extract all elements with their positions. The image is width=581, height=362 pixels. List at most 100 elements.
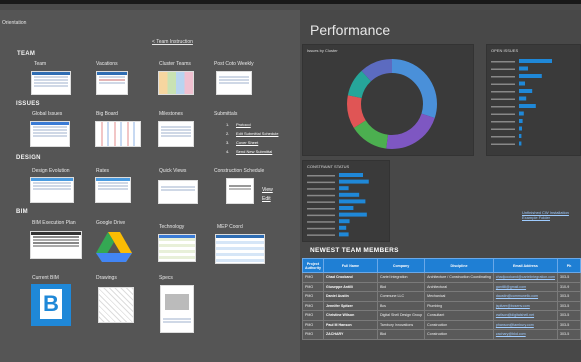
- member-company-cell: Bkd: [376, 329, 426, 340]
- open-issues-bar-3: [519, 81, 525, 86]
- construction-schedule-label: Construction Schedule: [214, 168, 265, 174]
- table-row: PMO Daniel Austin Commune LLC Mechanical dau…: [302, 291, 581, 302]
- constraint-bar-1: [339, 179, 369, 184]
- member-company-cell: Bcs: [376, 300, 426, 311]
- constraint-bar-chart: [307, 173, 369, 237]
- open-issues-label-2: [491, 76, 515, 78]
- submittal-num-2: 2.: [226, 131, 230, 136]
- col-phone: Ph: [557, 258, 581, 273]
- quick-views-thumbnail[interactable]: [158, 180, 198, 204]
- member-auth-cell: PMO: [302, 291, 324, 302]
- member-name-cell: Paul M Hanson: [322, 319, 378, 330]
- google-drive-icon[interactable]: [96, 231, 132, 263]
- performance-title: Performance: [310, 22, 391, 38]
- section-team: TEAM: [17, 51, 36, 57]
- milestones-thumbnail[interactable]: [158, 121, 194, 147]
- constraint-label-2: [307, 188, 335, 190]
- cluster-teams-label: Cluster Teams: [159, 61, 191, 67]
- schedule-view-link[interactable]: View: [262, 187, 273, 193]
- member-email-cell[interactable]: daustin@communellc.com: [492, 291, 559, 302]
- design-evolution-label: Design Evolution: [32, 168, 70, 174]
- constraint-label-7: [307, 221, 335, 223]
- submittal-edit-schedule-link[interactable]: Edit Submittal Schedule: [236, 131, 278, 136]
- member-discipline-cell: Construction: [424, 319, 494, 330]
- member-discipline-cell: Consultant: [424, 310, 494, 321]
- submittal-protocol-link[interactable]: Protocol: [236, 122, 251, 127]
- section-design: DESIGN: [16, 155, 41, 161]
- member-email-cell[interactable]: cwilson@digitalshell.net: [492, 310, 559, 321]
- member-name-cell: Jennifer Spitzer: [322, 300, 378, 311]
- schedule-edit-link[interactable]: Edit: [262, 196, 271, 202]
- open-issues-label-4: [491, 91, 515, 93]
- vacations-thumbnail[interactable]: [96, 71, 128, 95]
- constraint-bar-9: [339, 232, 349, 237]
- member-company-cell: Tambury Innovations: [376, 319, 426, 330]
- member-phone-cell: 303-5: [557, 272, 581, 283]
- open-issues-label-10: [491, 136, 515, 138]
- member-email-cell[interactable]: gantilli@gmail.com: [492, 281, 559, 292]
- member-company-cell: Commune LLC: [376, 291, 426, 302]
- member-auth-cell: PMO: [302, 329, 324, 340]
- open-issues-bar-2: [519, 74, 542, 78]
- construction-schedule-thumbnail[interactable]: [226, 178, 254, 204]
- mep-coord-thumbnail[interactable]: [215, 234, 265, 264]
- col-authority: Project Authority: [302, 258, 324, 273]
- open-issues-bar-11: [519, 141, 522, 146]
- section-issues: ISSUES: [16, 101, 40, 107]
- col-company: Company: [376, 258, 426, 273]
- rates-thumbnail[interactable]: [95, 177, 131, 203]
- member-email-cell[interactable]: zachary@bkd.com: [492, 329, 559, 340]
- open-issues-label-8: [491, 121, 515, 123]
- drawings-thumbnail[interactable]: [98, 287, 134, 323]
- constraint-label-4: [307, 201, 335, 203]
- member-phone-cell: 303-5: [557, 319, 581, 330]
- team-label: Team: [34, 61, 47, 67]
- current-bim-label: Current BIM: [32, 275, 59, 281]
- submittal-send-new-link[interactable]: Send New Submittal: [236, 149, 272, 154]
- issues-by-cluster-title: Issues by Cluster: [307, 48, 338, 53]
- quick-views-label: Quick Views: [159, 168, 187, 174]
- specs-thumbnail[interactable]: [160, 285, 194, 333]
- submittal-cover-sheet-link[interactable]: Cover Sheet: [236, 140, 258, 145]
- constraint-label-5: [307, 208, 335, 210]
- global-issues-thumbnail[interactable]: [30, 121, 70, 147]
- team-members-table: Project Authority Full Name Company Disc…: [302, 258, 581, 340]
- bim-execution-plan-thumbnail[interactable]: [30, 231, 82, 259]
- big-board-thumbnail[interactable]: [95, 121, 141, 147]
- open-issues-label-0: [491, 61, 515, 63]
- post-coto-label: Post Coto Weekly: [214, 61, 254, 67]
- open-issues-panel: OPEN ISSUES: [486, 44, 581, 156]
- open-issues-label-9: [491, 128, 515, 130]
- design-evolution-thumbnail[interactable]: [30, 177, 74, 203]
- panel-title: Orientation: [2, 20, 27, 26]
- constraint-label-3: [307, 194, 335, 197]
- constraint-label-1: [307, 181, 335, 184]
- table-header-row: Project Authority Full Name Company Disc…: [302, 258, 581, 273]
- team-thumbnail[interactable]: [31, 71, 71, 95]
- constraint-status-panel: CONSTRAINT STATUS: [302, 160, 390, 242]
- post-coto-thumbnail[interactable]: [216, 71, 252, 95]
- constraint-bar-2: [339, 186, 349, 191]
- current-bim-thumbnail[interactable]: B: [31, 284, 71, 326]
- mep-coord-label: MEP Coord: [217, 224, 243, 230]
- cluster-teams-thumbnail[interactable]: [158, 71, 194, 95]
- member-company-cell: Bkd: [376, 281, 426, 292]
- member-email-cell[interactable]: chadjcookand@cartelintegration.com: [492, 272, 559, 283]
- member-discipline-cell: Architecture / Construction Coordinating: [424, 272, 494, 283]
- team-instruction-link[interactable]: < Team Instruction: [152, 39, 193, 45]
- open-issues-bar-9: [519, 126, 522, 131]
- table-row: PMO ZACHARY Bkd Construction zachary@bkd.com…: [302, 329, 581, 340]
- table-row: PMO Christine Wilson Digital Shell Design …: [302, 310, 581, 321]
- unfinished-installation-link[interactable]: Unfinished CW Installation Example Folde…: [522, 210, 581, 220]
- constraint-bar-7: [339, 219, 350, 224]
- technology-thumbnail[interactable]: [158, 234, 196, 262]
- issues-donut-chart: [347, 59, 437, 149]
- table-row: PMO Chad Crookand Cartel Integration Archit…: [302, 272, 581, 283]
- member-email-cell[interactable]: phanson@tambury.com: [492, 319, 559, 330]
- rates-label: Rates: [96, 168, 110, 174]
- member-name-cell: Daniel Austin: [322, 291, 378, 302]
- constraint-bar-0: [339, 173, 363, 177]
- member-email-cell[interactable]: jspitzer@bcsenv.com: [492, 300, 559, 311]
- google-drive-label: Google Drive: [96, 220, 126, 226]
- member-phone-cell: 303-5: [557, 300, 581, 311]
